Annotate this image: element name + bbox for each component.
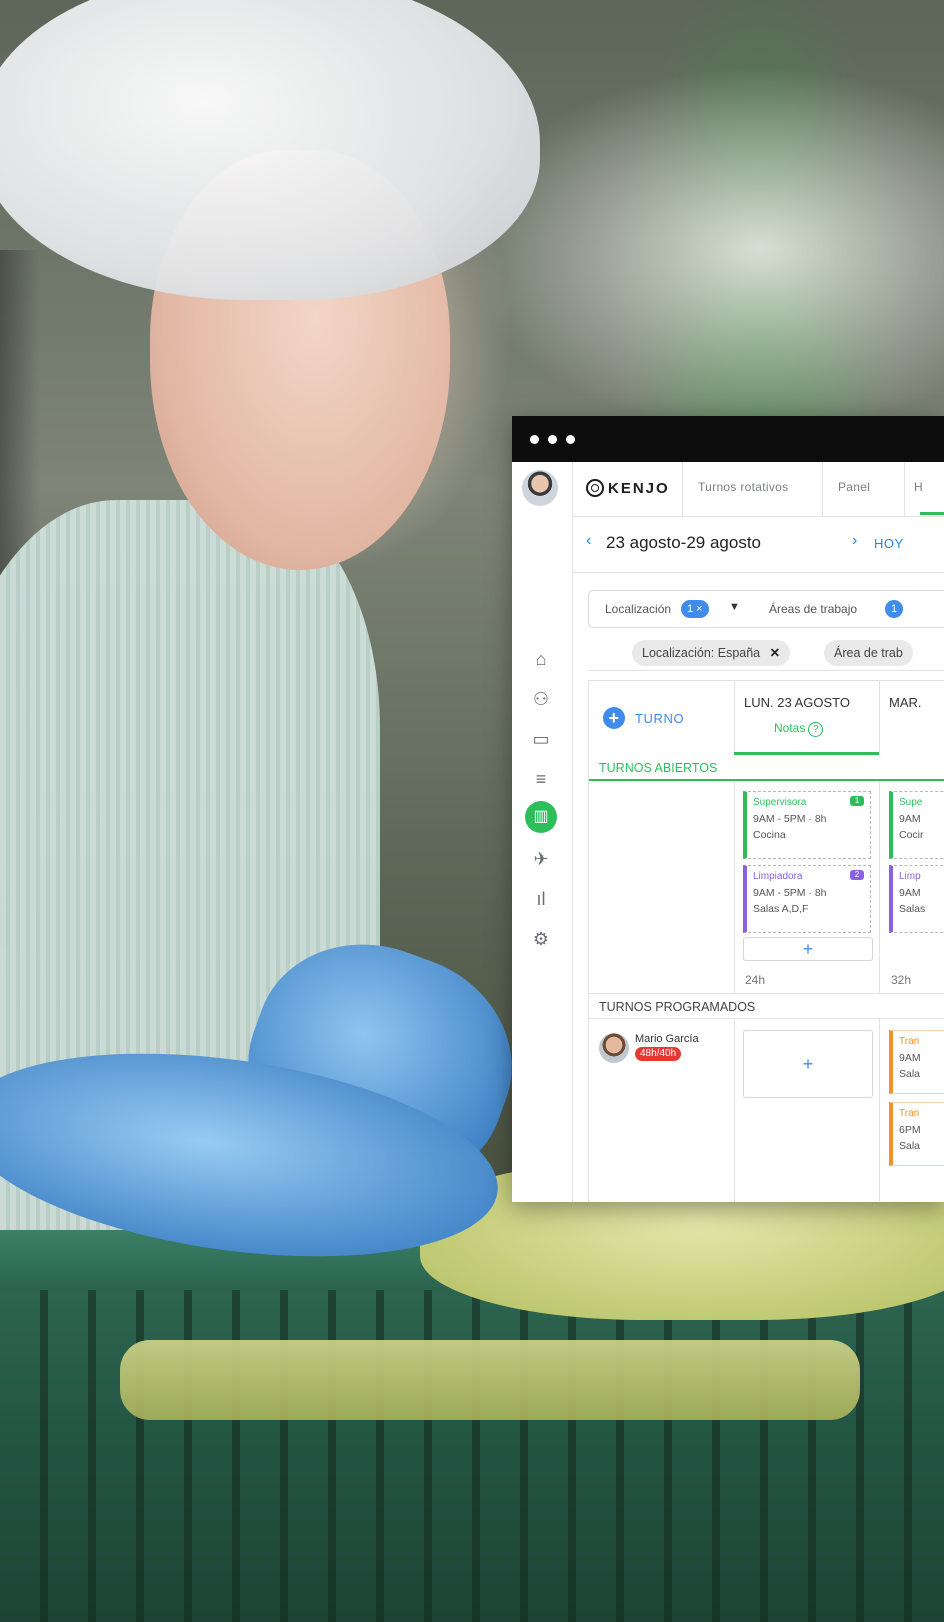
open-shift-card[interactable]: Supervisora 9AM - 5PM · 8h Cocina 1 — [743, 791, 871, 859]
tab-h[interactable]: H — [914, 480, 923, 494]
tuesday-total-hours: 32h — [891, 973, 912, 987]
shift-count-badge: 2 — [850, 870, 864, 880]
scheduled-shifts-section-title: TURNOS PROGRAMADOS — [589, 993, 944, 1019]
nav-divider — [904, 462, 905, 516]
shift-place: Salas — [899, 903, 926, 915]
user-avatar[interactable] — [522, 470, 558, 506]
employee-avatar — [599, 1033, 629, 1063]
shift-time: 9AM - 5PM · 8h — [753, 887, 827, 899]
areas-filter-label[interactable]: Áreas de trabajo — [769, 602, 857, 616]
shift-time: 9AM - 5PM · 8h — [753, 813, 827, 825]
column-divider — [879, 1019, 880, 1202]
shift-place: Cocina — [753, 829, 786, 841]
shift-schedule-grid: + TURNO LUN. 23 AGOSTO Notas? MAR. TURNO… — [588, 680, 944, 1202]
nav-divider — [822, 462, 823, 516]
shift-role: Tran — [899, 1036, 920, 1047]
add-shift-button[interactable]: + TURNO — [603, 707, 684, 729]
shift-role: Limp — [899, 871, 921, 882]
day-header-tuesday[interactable]: MAR. — [879, 681, 944, 755]
kenjo-logo-icon — [586, 479, 604, 497]
shift-place: Cocir — [899, 829, 924, 841]
notes-link[interactable]: Notas? — [774, 721, 824, 737]
tab-panel[interactable]: Panel — [838, 480, 870, 494]
shift-role: Tran — [899, 1108, 920, 1119]
kenjo-logo[interactable]: KENJO — [586, 479, 670, 497]
close-icon[interactable]: ✕ — [770, 646, 780, 660]
location-filter-chip[interactable]: Localización: España ✕ — [632, 640, 791, 666]
location-filter-label[interactable]: Localización — [605, 602, 671, 616]
shift-place: Sala — [899, 1140, 921, 1152]
shifts-icon[interactable]: ▥ — [525, 801, 557, 833]
window-close-dot[interactable] — [530, 435, 539, 444]
shift-role: Supe — [899, 797, 923, 808]
shift-time: 9AM — [899, 813, 921, 825]
date-range: 23 agosto-29 agosto — [606, 533, 762, 552]
nav-divider — [682, 462, 683, 516]
sidebar: ⌂ ⚇ ▭ ≡ ▥ ✈ ıl ⚙ — [512, 462, 573, 1202]
shift-time: 9AM — [899, 1052, 921, 1064]
open-shifts-section-title: TURNOS ABIERTOS — [589, 755, 944, 781]
location-filter-count[interactable]: 1 × — [681, 600, 709, 618]
window-maximize-dot[interactable] — [566, 435, 575, 444]
shift-place: Sala — [899, 1068, 921, 1080]
add-shift-label: TURNO — [635, 710, 685, 726]
prev-week-button[interactable]: ‹ — [586, 532, 591, 550]
shift-place: Salas A,D,F — [753, 903, 809, 915]
list-icon[interactable]: ≡ — [530, 768, 552, 790]
window-titlebar — [512, 416, 944, 462]
column-divider — [734, 781, 735, 993]
tab-turnos-rotativos[interactable]: Turnos rotativos — [698, 480, 788, 494]
next-week-button[interactable]: › — [852, 532, 857, 550]
chevron-down-icon[interactable]: ▼ — [729, 601, 740, 613]
filter-bar: Localización 1 × ▼ Áreas de trabajo 1 — [588, 590, 944, 628]
help-icon[interactable]: ? — [808, 722, 824, 737]
open-shift-card[interactable]: Supe 9AM Cocir — [889, 791, 944, 859]
date-bar: ‹ 23 agosto-29 agosto › HOY — [572, 516, 944, 573]
location-chip-label: Localización: España — [642, 646, 761, 660]
briefcase-icon[interactable]: ▭ — [530, 728, 552, 750]
add-scheduled-shift-button[interactable]: + — [743, 1030, 873, 1098]
area-filter-chip[interactable]: Área de trab — [824, 640, 913, 666]
areas-filter-count[interactable]: 1 — [885, 600, 904, 618]
people-icon[interactable]: ⚇ — [530, 688, 552, 710]
column-divider — [879, 781, 880, 993]
day-label: LUN. 23 AGOSTO — [744, 695, 850, 710]
shift-time: 6PM — [899, 1124, 921, 1136]
logo-text: KENJO — [608, 479, 670, 497]
plus-icon: + — [603, 707, 625, 729]
monday-total-hours: 24h — [745, 973, 766, 987]
column-divider — [734, 1019, 735, 1202]
active-filter-chips: Localización: España ✕ Área de trab — [588, 636, 944, 671]
open-shift-card[interactable]: Limpiadora 9AM - 5PM · 8h Salas A,D,F 2 — [743, 865, 871, 933]
notes-label: Notas — [774, 721, 806, 735]
app-window: ⌂ ⚇ ▭ ≡ ▥ ✈ ıl ⚙ KENJO Turnos rotativos … — [512, 416, 944, 1202]
gear-icon[interactable]: ⚙ — [530, 928, 552, 950]
top-nav: KENJO Turnos rotativos Panel H — [572, 462, 944, 517]
day-label: MAR. — [889, 695, 922, 710]
day-header-monday[interactable]: LUN. 23 AGOSTO Notas? — [734, 681, 880, 755]
shift-count-badge: 1 — [850, 796, 864, 806]
scheduled-shift-card[interactable]: Tran 9AM Sala — [889, 1030, 944, 1094]
window-minimize-dot[interactable] — [548, 435, 557, 444]
active-tab-indicator — [920, 512, 944, 515]
bar-chart-icon[interactable]: ıl — [530, 888, 552, 910]
add-open-shift-button[interactable]: + — [743, 937, 873, 961]
shift-time: 9AM — [899, 887, 921, 899]
open-shift-card[interactable]: Limp 9AM Salas — [889, 865, 944, 933]
add-shift-cell: + TURNO — [589, 681, 735, 755]
photo-pears-in-crate — [120, 1340, 860, 1420]
today-button[interactable]: HOY — [874, 536, 904, 551]
scheduled-shift-card[interactable]: Tran 6PM Sala — [889, 1102, 944, 1166]
plane-icon[interactable]: ✈ — [530, 848, 552, 870]
home-icon[interactable]: ⌂ — [530, 648, 552, 670]
employee-name: Mario García — [635, 1033, 699, 1045]
photo-hairnet-cap — [0, 0, 540, 300]
employee-hours-badge: 48h/40h — [635, 1047, 682, 1061]
